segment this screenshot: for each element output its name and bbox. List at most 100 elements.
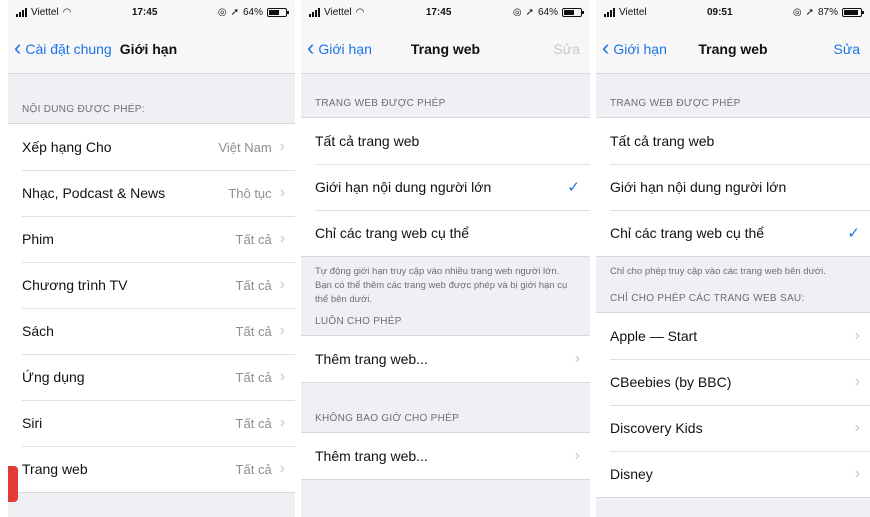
site-label: CBeebies (by BBC)	[610, 373, 732, 390]
chevron-right-icon: ›	[854, 326, 860, 344]
status-time: 17:45	[131, 6, 158, 18]
chevron-right-icon: ›	[279, 460, 285, 477]
chevron-right-icon: ›	[279, 368, 285, 385]
row-value: Tất cả	[235, 415, 272, 431]
list-item[interactable]: Disney ›	[596, 450, 870, 497]
location-arrow-icon: ➚	[230, 6, 239, 18]
list-item[interactable]: Nhạc, Podcast & News Thô tục ›	[8, 170, 295, 216]
allowed-content-list: Xếp hạng Cho Việt Nam › Nhạc, Podcast & N…	[8, 123, 295, 493]
option-all-websites[interactable]: Tất cả trang web	[596, 118, 870, 164]
status-bar: Viettel 09:51 ◎ ➚ 87%	[596, 0, 870, 24]
wifi-icon: ◠	[62, 6, 72, 18]
back-button[interactable]: ‹ Cài đặt chung	[8, 34, 112, 60]
never-allow-list: Thêm trang web... ›	[301, 432, 590, 481]
alarm-icon: ◎	[217, 6, 227, 18]
screen-websites-adult-limit: Viettel ◠ 17:45 ◎ ➚ 64% ‹ Giới hạn Trang…	[301, 0, 590, 517]
option-label: Chỉ các trang web cụ thể	[315, 225, 470, 241]
signal-icon	[16, 7, 27, 17]
section-header-never-allow: KHÔNG BAO GIỜ CHO PHÉP	[315, 413, 460, 425]
chevron-left-icon: ‹	[307, 34, 315, 60]
row-value: Tất cả	[235, 323, 272, 339]
screen-restrictions: Viettel ◠ 17:45 ◎ ➚ 64% ‹ Cài đặt chung …	[8, 0, 295, 517]
list-item[interactable]: Sách Tất cả ›	[8, 308, 295, 354]
checkmark-icon: ✓	[567, 179, 580, 196]
chevron-right-icon: ›	[574, 447, 580, 465]
site-label: Apple — Start	[610, 327, 698, 344]
option-label: Chỉ các trang web cụ thể	[610, 225, 765, 241]
option-specific-websites[interactable]: Chỉ các trang web cụ thể ✓	[596, 210, 870, 256]
option-all-websites[interactable]: Tất cả trang web	[301, 118, 590, 164]
status-bar: Viettel ◠ 17:45 ◎ ➚ 64%	[301, 0, 590, 24]
nav-bar: ‹ Cài đặt chung Giới hạn	[8, 24, 295, 74]
back-label: Giới hạn	[613, 40, 667, 57]
battery-percent: 64%	[242, 6, 263, 18]
battery-icon	[266, 7, 289, 17]
site-label: Discovery Kids	[610, 419, 703, 436]
list-item[interactable]: Phim Tất cả ›	[8, 216, 295, 262]
back-label: Cài đặt chung	[25, 40, 112, 57]
option-limit-adult[interactable]: Giới hạn nội dung người lớn	[596, 164, 870, 210]
option-limit-adult[interactable]: Giới hạn nội dung người lớn ✓	[301, 164, 590, 210]
list-item[interactable]: Discovery Kids ›	[596, 404, 870, 451]
row-label: Trang web	[22, 461, 88, 477]
edit-button[interactable]: Sửa	[834, 41, 861, 57]
section-header-allowed-websites: TRANG WEB ĐƯỢC PHÉP	[610, 98, 741, 109]
nav-bar: ‹ Giới hạn Trang web Sửa	[596, 24, 870, 74]
chevron-right-icon: ›	[854, 464, 860, 482]
section-header-allowed-content: NỘI DUNG ĐƯỢC PHÉP:	[22, 104, 145, 115]
site-label: Disney	[610, 465, 653, 482]
website-mode-options: Tất cả trang web Giới hạn nội dung người…	[596, 117, 870, 257]
battery-percent: 87%	[817, 6, 838, 18]
location-arrow-icon: ➚	[805, 6, 814, 18]
row-label: Thêm trang web...	[315, 351, 428, 368]
screen-websites-specific: Viettel 09:51 ◎ ➚ 87% ‹ Giới hạn Trang w…	[596, 0, 870, 517]
row-label: Phim	[22, 231, 54, 247]
list-item[interactable]: Chương trình TV Tất cả ›	[8, 262, 295, 308]
row-label: Sách	[22, 323, 54, 339]
chevron-right-icon: ›	[279, 414, 285, 431]
chevron-right-icon: ›	[279, 138, 285, 155]
list-item[interactable]: Apple — Start ›	[596, 313, 870, 359]
back-button[interactable]: ‹ Giới hạn	[301, 34, 372, 60]
row-value: Việt Nam	[218, 139, 272, 155]
add-website-button[interactable]: Thêm trang web... ›	[301, 336, 590, 382]
edit-button[interactable]: Sửa	[554, 41, 581, 57]
row-value: Tất cả	[235, 369, 272, 385]
row-label: Ứng dụng	[22, 369, 85, 385]
chevron-right-icon: ›	[854, 418, 860, 436]
battery-icon	[842, 7, 864, 17]
back-label: Giới hạn	[318, 40, 372, 57]
carrier-name: Viettel	[619, 6, 647, 18]
wifi-icon: ◠	[355, 6, 365, 18]
list-item[interactable]: Ứng dụng Tất cả ›	[8, 354, 295, 400]
list-item[interactable]: CBeebies (by BBC) ›	[596, 358, 870, 405]
back-button[interactable]: ‹ Giới hạn	[596, 34, 667, 60]
row-value: Tất cả	[235, 277, 272, 293]
checkmark-icon: ✓	[847, 225, 860, 242]
add-website-button[interactable]: Thêm trang web... ›	[301, 433, 590, 479]
edge-tab-marker	[8, 466, 18, 502]
alarm-icon: ◎	[792, 6, 802, 18]
list-item[interactable]: Xếp hạng Cho Việt Nam ›	[8, 124, 295, 170]
alarm-icon: ◎	[512, 6, 522, 18]
chevron-left-icon: ‹	[602, 34, 610, 60]
battery-icon	[561, 7, 584, 17]
row-label: Xếp hạng Cho	[22, 139, 112, 155]
section-header-allowed-websites: TRANG WEB ĐƯỢC PHÉP	[315, 98, 446, 109]
option-specific-websites[interactable]: Chỉ các trang web cụ thể	[301, 210, 590, 256]
chevron-right-icon: ›	[574, 350, 580, 368]
row-value: Tất cả	[235, 461, 272, 477]
row-label: Siri	[22, 415, 43, 431]
location-arrow-icon: ➚	[525, 6, 534, 18]
row-label: Nhạc, Podcast & News	[22, 185, 166, 201]
status-time: 17:45	[425, 6, 452, 18]
allowed-sites-list: Apple — Start › CBeebies (by BBC) › Disc…	[596, 311, 870, 498]
status-bar: Viettel ◠ 17:45 ◎ ➚ 64%	[8, 0, 295, 24]
chevron-left-icon: ‹	[14, 34, 22, 60]
mode-description: Tự động giới hạn truy cập vào nhiều tran…	[315, 266, 568, 305]
list-item[interactable]: Trang web Tất cả ›	[8, 446, 295, 492]
status-time: 09:51	[706, 6, 733, 18]
row-value: Thô tục	[228, 185, 272, 201]
list-item[interactable]: Siri Tất cả ›	[8, 400, 295, 446]
always-allow-list: Thêm trang web... ›	[301, 335, 590, 384]
